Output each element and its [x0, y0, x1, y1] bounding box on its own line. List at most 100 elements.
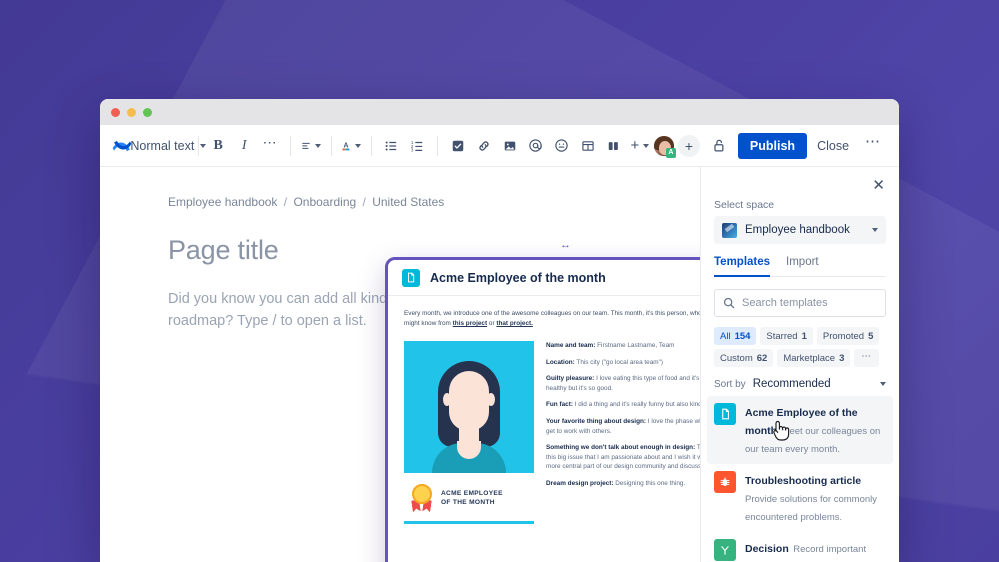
- template-preview-card: Acme Employee of the month Every month, …: [385, 257, 700, 562]
- template-desc: Provide solutions for commonly encounter…: [745, 494, 877, 523]
- document-icon: [402, 268, 420, 287]
- chip-overflow-button[interactable]: ⋯: [854, 349, 879, 367]
- breadcrumb-item-united-states[interactable]: United States: [372, 195, 444, 209]
- app-window: Normal text B I ⋯ A 1 2 3 + A + Publish …: [100, 99, 899, 562]
- breadcrumb-item-onboarding[interactable]: Onboarding: [293, 195, 356, 209]
- space-select-dropdown[interactable]: Employee handbook: [714, 216, 886, 244]
- table-icon[interactable]: [575, 133, 601, 159]
- search-icon: [723, 297, 735, 309]
- detail-label: Guilty pleasure:: [546, 375, 595, 383]
- emoji-icon[interactable]: [549, 133, 575, 159]
- publish-button[interactable]: Publish: [737, 132, 808, 159]
- chip-label: Custom: [720, 352, 753, 364]
- list-item[interactable]: Troubleshooting article Provide solution…: [707, 464, 893, 532]
- bold-button[interactable]: B: [205, 133, 231, 159]
- sort-control[interactable]: Sort by Recommended: [714, 378, 886, 390]
- search-input[interactable]: [742, 297, 877, 309]
- list-item[interactable]: Decision Record important project decisi…: [707, 532, 893, 562]
- confluence-logo[interactable]: [112, 136, 132, 156]
- intro-link-1[interactable]: this project: [453, 320, 487, 327]
- window-minimize-button[interactable]: [127, 107, 136, 117]
- detail-row: Your favorite thing about design: I love…: [546, 417, 700, 436]
- template-name: Troubleshooting article: [745, 475, 862, 487]
- window-close-button[interactable]: [111, 107, 120, 117]
- close-editor-button[interactable]: Close: [807, 133, 859, 159]
- search-templates-box[interactable]: [714, 289, 886, 317]
- space-avatar-icon: [722, 222, 737, 238]
- award-line-2: OF THE MONTH: [441, 499, 495, 506]
- add-person-button[interactable]: +: [677, 134, 700, 157]
- chip-label: Promoted: [822, 330, 865, 342]
- more-formatting-button[interactable]: ⋯: [257, 133, 283, 159]
- bug-icon: [714, 471, 736, 493]
- document-icon: [714, 403, 736, 425]
- preview-resize-handle[interactable]: ↔: [560, 239, 571, 251]
- list-item[interactable]: Acme Employee of the month Meet our coll…: [707, 396, 893, 464]
- select-space-label: Select space: [714, 199, 775, 211]
- medal-ribbon-icon: [410, 484, 434, 512]
- chevron-down-icon: [880, 382, 886, 386]
- close-icon[interactable]: ✕: [869, 175, 888, 196]
- text-color-icon[interactable]: A: [338, 133, 364, 159]
- tab-import[interactable]: Import: [786, 256, 819, 276]
- align-left-icon[interactable]: [298, 133, 324, 159]
- italic-button[interactable]: I: [231, 133, 257, 159]
- chip-all[interactable]: All 154: [714, 327, 757, 345]
- template-preview: ↔ Acme Employee of the month Every month…: [385, 239, 700, 562]
- chip-count: 1: [801, 330, 807, 342]
- detail-row: Location: This city ("go local area team…: [546, 358, 700, 368]
- breadcrumb: Employee handbook / Onboarding / United …: [168, 195, 700, 209]
- template-filter-chips: All 154 Starred 1 Promoted 5 Custom 62 M…: [714, 327, 886, 367]
- breadcrumb-separator: /: [283, 195, 288, 209]
- list-item-text: Acme Employee of the month Meet our coll…: [745, 403, 886, 457]
- preview-intro-paragraph: Every month, we introduce one of the awe…: [404, 309, 700, 329]
- unlocked-padlock-icon[interactable]: [706, 133, 732, 159]
- avatar[interactable]: A: [652, 134, 676, 158]
- divider-rule: [404, 521, 534, 524]
- image-icon[interactable]: [497, 133, 523, 159]
- plus-insert-icon[interactable]: +: [627, 133, 653, 159]
- svg-text:A: A: [344, 142, 349, 149]
- chip-label: All: [720, 330, 731, 342]
- detail-label: Location:: [546, 358, 575, 366]
- page-layout-icon[interactable]: [601, 133, 627, 159]
- chip-starred[interactable]: Starred 1: [760, 327, 813, 345]
- window-maximize-button[interactable]: [143, 107, 152, 117]
- window-titlebar: [100, 99, 899, 125]
- tab-templates[interactable]: Templates: [714, 256, 771, 277]
- detail-label: Fun fact:: [546, 401, 573, 409]
- templates-panel: ✕ Select space Employee handbook Templat…: [700, 167, 899, 562]
- decision-fork-icon: [714, 539, 736, 561]
- numbered-list-icon[interactable]: 1 2 3: [404, 133, 430, 159]
- chip-count: 62: [756, 352, 768, 364]
- detail-row: Something we don't talk about enough in …: [546, 443, 700, 472]
- chip-count: 154: [734, 330, 751, 342]
- intro-link-2[interactable]: that project.: [496, 320, 533, 327]
- link-icon[interactable]: [471, 133, 497, 159]
- chip-label: Marketplace: [783, 352, 836, 364]
- mention-icon[interactable]: [523, 133, 549, 159]
- panel-tabs: Templates Import: [714, 256, 886, 277]
- bullet-list-icon[interactable]: [378, 133, 404, 159]
- sort-label: Sort by: [714, 378, 746, 390]
- page-editor[interactable]: Employee handbook / Onboarding / United …: [100, 167, 700, 562]
- toolbar-more-button[interactable]: ⋯: [859, 134, 886, 153]
- intro-text: Every month, we introduce one of the awe…: [404, 310, 700, 327]
- chip-promoted[interactable]: Promoted 5: [816, 327, 880, 345]
- list-item-text: Decision Record important project decisi…: [745, 539, 886, 562]
- task-checkbox-icon[interactable]: [445, 133, 471, 159]
- avatar-status-badge: A: [665, 147, 676, 158]
- editor-toolbar: Normal text B I ⋯ A 1 2 3 + A + Publish …: [100, 125, 899, 167]
- detail-label: Name and team:: [546, 342, 596, 349]
- text-style-dropdown[interactable]: Normal text: [130, 133, 207, 159]
- preview-title: Acme Employee of the month: [430, 270, 606, 285]
- award-line-1: ACME EMPLOYEE: [441, 490, 503, 497]
- chip-marketplace[interactable]: Marketplace 3: [777, 349, 851, 367]
- chip-custom[interactable]: Custom 62: [714, 349, 774, 367]
- detail-row: Name and team: Firstname Lastname, Team: [546, 341, 700, 351]
- detail-label: Something we don't talk about enough in …: [546, 444, 696, 452]
- detail-row: Dream design project: Designing this one…: [546, 479, 700, 489]
- detail-value: Designing this one thing.: [613, 479, 686, 487]
- employee-portrait-illustration: [404, 341, 534, 473]
- breadcrumb-item-space[interactable]: Employee handbook: [168, 195, 277, 209]
